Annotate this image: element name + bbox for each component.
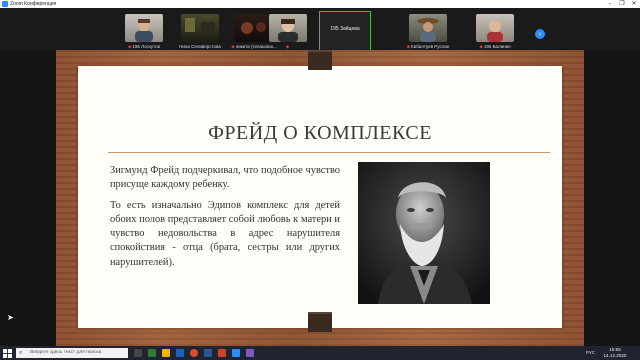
room-thumbnail-icon: [185, 18, 215, 32]
participant-name: ◆195 Лоскутов: [127, 44, 161, 49]
slide-title: ФРЕЙД О КОМПЛЕКСЕ: [208, 122, 432, 144]
participant-gallery: ◆195 Лоскутов Нина Селиверстова ◆никита …: [0, 8, 640, 51]
file-explorer-icon[interactable]: [162, 349, 170, 357]
windows-start-icon[interactable]: [3, 349, 12, 358]
taskbar-search[interactable]: ⌕ Введите здесь текст для поиска: [16, 348, 128, 358]
muted-mic-icon: ◆: [285, 44, 290, 49]
portrait-image-icon: [358, 162, 490, 304]
input-language[interactable]: РУС: [586, 350, 595, 356]
participant-video: [409, 14, 447, 42]
title-divider: [108, 152, 550, 153]
window-titlebar: Zoom Конференция – ❐ ✕: [0, 0, 640, 8]
shared-screen: ФРЕЙД О КОМПЛЕКСЕ Зигмунд Фрейд подчерки…: [0, 50, 640, 346]
browser-icon[interactable]: [190, 349, 198, 357]
participant-tile[interactable]: ◆195 Лоскутов: [119, 12, 169, 50]
minimize-button[interactable]: –: [604, 0, 616, 8]
freud-portrait: [358, 162, 490, 304]
board-clip-top: [308, 50, 332, 70]
zoom-app-icon[interactable]: [232, 349, 240, 357]
participant-name: Нина Селиверстова: [179, 44, 221, 49]
clock-date: 14.12.2020: [603, 353, 627, 358]
app-icon[interactable]: [176, 349, 184, 357]
task-view-icon[interactable]: [134, 349, 142, 357]
slide-paragraph: То есть изначально Эдипов комплекс для д…: [110, 199, 340, 268]
zoom-logo-icon: [2, 1, 8, 7]
muted-mic-icon: ◆: [406, 44, 411, 49]
participant-video: [181, 14, 219, 42]
participant-name: ◆195 Балинин: [479, 44, 511, 49]
participant-tile[interactable]: ◆Кабалтуев Руслан: [403, 12, 453, 50]
participant-tile[interactable]: ◆195 Балинин: [470, 12, 520, 50]
maximize-button[interactable]: ❐: [616, 0, 628, 8]
word-icon[interactable]: [204, 349, 212, 357]
slide-paper: ФРЕЙД О КОМПЛЕКСЕ Зигмунд Фрейд подчерки…: [78, 66, 562, 328]
participant-video: [125, 14, 163, 42]
muted-mic-icon: ◆: [127, 44, 132, 49]
person-thumbnail-icon: [278, 19, 298, 42]
mouse-cursor-icon: ➤: [7, 313, 14, 322]
person-thumbnail-icon: [135, 19, 153, 42]
search-icon: ⌕: [19, 349, 23, 356]
app-icon[interactable]: [148, 349, 156, 357]
participant-tile[interactable]: Нина Селиверстова: [175, 12, 225, 50]
person-thumbnail-icon: [487, 20, 503, 42]
window-title: Zoom Конференция: [10, 1, 57, 7]
slide-paragraph: Зигмунд Фрейд подчеркивал, что подобное …: [110, 165, 340, 191]
participant-name: ◆Кабалтуев Руслан: [406, 44, 450, 49]
windows-taskbar: ⌕ Введите здесь текст для поиска РУС 16:…: [0, 346, 640, 360]
powerpoint-icon[interactable]: [218, 349, 226, 357]
participant-name: ◆никита (телаковск...: [263, 43, 313, 50]
wooden-board-background: ФРЕЙД О КОМПЛЕКСЕ Зигмунд Фрейд подчерки…: [56, 50, 584, 346]
slide-body: Зигмунд Фрейд подчеркивал, что подобное …: [110, 164, 340, 276]
board-clip-bottom: [308, 312, 332, 332]
muted-mic-icon: ◆: [479, 44, 483, 49]
participant-video: [269, 14, 307, 42]
system-clock[interactable]: 16:55 14.12.2020: [600, 347, 630, 359]
close-button[interactable]: ✕: [628, 0, 640, 8]
person-thumbnail-icon: [417, 18, 439, 42]
participant-name: 195 Зайцева: [330, 26, 360, 32]
search-placeholder: Введите здесь текст для поиска: [30, 350, 102, 355]
participant-video: [476, 14, 514, 42]
app-icon[interactable]: [246, 349, 254, 357]
muted-mic-icon: ◆: [231, 44, 235, 49]
participant-tile-active-speaker[interactable]: 195 Зайцева: [319, 11, 371, 51]
next-page-button[interactable]: ›: [535, 29, 545, 39]
participant-tile[interactable]: ◆никита (телаковск...: [263, 12, 313, 50]
